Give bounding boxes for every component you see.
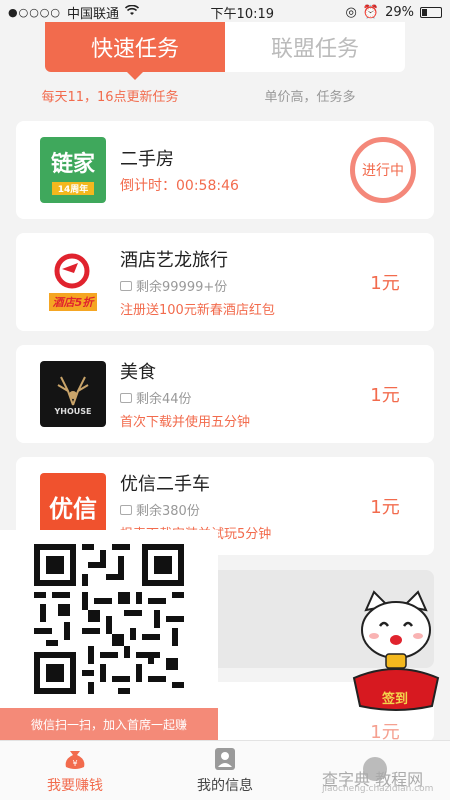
- tab-quick-tasks[interactable]: 快速任务: [45, 22, 225, 80]
- clock: 下午10:19: [210, 6, 275, 22]
- countdown: 倒计时：00:58:46: [120, 175, 350, 195]
- remaining-row: 剩余380份: [120, 500, 360, 519]
- task-card-elong[interactable]: 酒店5折 酒店艺龙旅行 剩余99999+份 注册送100元新春酒店红包 1元: [16, 233, 434, 331]
- remaining-count: 剩余99999+份: [136, 280, 228, 295]
- quick-tasks-subtitle: 每天11，16点更新任务: [41, 90, 179, 105]
- battery-percent: 29%: [385, 4, 414, 20]
- countdown-label: 倒计时：: [120, 178, 176, 194]
- remaining-row: 剩余44份: [120, 388, 360, 407]
- tab-subtitles: 每天11，16点更新任务 单价高，任务多: [0, 86, 450, 105]
- status-bar: ●○○○○ 中国联通 下午10:19 ◎ ⏰ 29%: [0, 0, 450, 24]
- elong-logo-text: 酒店5折: [48, 293, 98, 311]
- task-name: 二手房: [120, 149, 174, 170]
- profile-icon: [215, 747, 235, 770]
- package-icon: [120, 280, 132, 291]
- in-progress-badge[interactable]: 进行中: [350, 137, 416, 203]
- remaining-count: 剩余44份: [136, 392, 192, 407]
- nav-earn-money[interactable]: ¥ 我要赚钱: [0, 741, 150, 800]
- task-card-yhouse[interactable]: YHOUSE 美食 剩余44份 首次下载并使用五分钟 1元: [16, 345, 434, 443]
- task-name: 优信二手车: [120, 474, 210, 495]
- watermark-url: jiaocheng.chazidian.com: [322, 784, 434, 794]
- deer-icon: [57, 376, 89, 405]
- nav-label: 我的信息: [197, 777, 253, 794]
- countdown-value: 00:58:46: [176, 178, 239, 194]
- reward-price: 1元: [370, 273, 400, 294]
- qr-caption: 微信扫一扫，加入首席一起赚: [0, 708, 218, 740]
- carrier-label: 中国联通: [67, 6, 120, 22]
- task-desc: 首次下载并使用五分钟: [120, 415, 251, 430]
- lianjia-logo: 链家 14周年: [40, 137, 106, 203]
- checkin-mascot[interactable]: 签到: [352, 590, 440, 712]
- svg-text:¥: ¥: [72, 759, 77, 768]
- lock-icon: ◎: [345, 4, 357, 20]
- lianjia-logo-sub: 14周年: [51, 181, 95, 195]
- nav-my-info[interactable]: 我的信息: [150, 741, 300, 800]
- qr-code-icon: [34, 544, 184, 694]
- checkin-label[interactable]: 签到: [382, 688, 408, 707]
- lianjia-logo-text: 链家: [50, 151, 95, 177]
- tab-alliance-tasks[interactable]: 联盟任务: [225, 22, 405, 72]
- battery-icon: [419, 6, 442, 18]
- task-name: 酒店艺龙旅行: [120, 250, 228, 271]
- dragon-icon: [54, 253, 90, 289]
- task-name: 美食: [120, 362, 156, 383]
- task-desc: 注册送100元新春酒店红包: [120, 303, 275, 318]
- task-tabs: 快速任务 联盟任务: [45, 22, 405, 80]
- alliance-tasks-subtitle: 单价高，任务多: [264, 90, 356, 105]
- nav-label: 我要赚钱: [47, 777, 103, 794]
- money-bag-icon: ¥: [65, 750, 85, 769]
- yhouse-logo-text: YHOUSE: [54, 406, 92, 416]
- package-icon: [120, 504, 132, 515]
- elong-logo: 酒店5折: [40, 249, 106, 315]
- alarm-icon: ⏰: [362, 4, 380, 20]
- task-card-lianjia[interactable]: 链家 14周年 二手房 倒计时：00:58:46 进行中: [16, 121, 434, 219]
- signal-icon: ●○○○○: [8, 5, 61, 19]
- yhouse-logo: YHOUSE: [40, 361, 106, 427]
- remaining-row: 剩余99999+份: [120, 276, 360, 295]
- package-icon: [120, 392, 132, 403]
- wifi-icon: [124, 4, 140, 20]
- remaining-count: 剩余380份: [136, 504, 200, 519]
- reward-price: 1元: [370, 497, 400, 518]
- reward-price: 1元: [370, 385, 400, 406]
